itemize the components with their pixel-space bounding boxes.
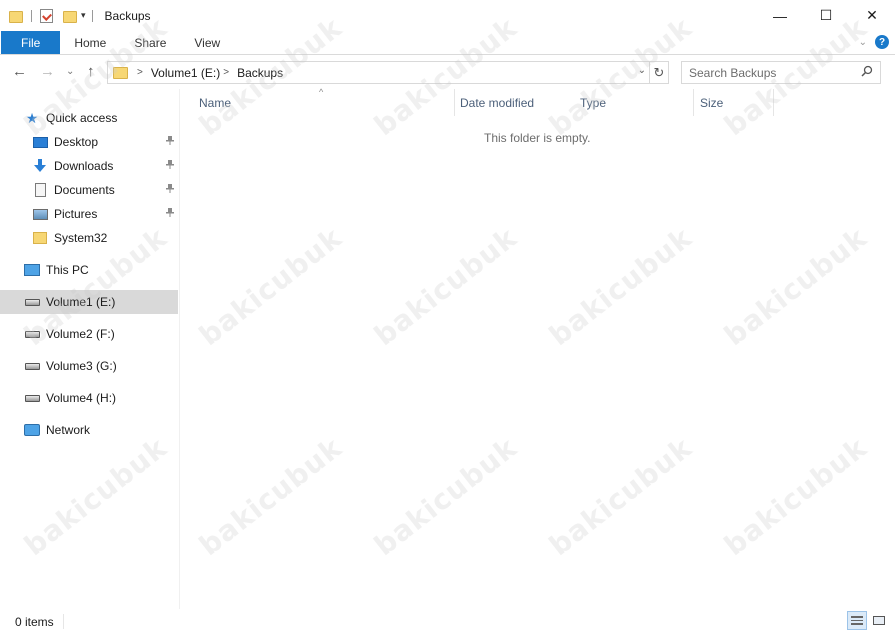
close-button[interactable]: ✕ <box>849 0 895 31</box>
sidebar-item-system32[interactable]: System32 <box>32 226 178 250</box>
sidebar-item-label: Desktop <box>54 135 99 149</box>
address-bar[interactable]: > Volume1 (E:) > Backups ⌄ ↻ <box>107 61 669 84</box>
empty-folder-message: This folder is empty. <box>484 131 591 145</box>
minimize-button[interactable]: — <box>757 0 803 31</box>
column-header-type[interactable]: Type <box>574 89 694 116</box>
details-view-button[interactable] <box>847 611 867 630</box>
maximize-button[interactable]: ☐ <box>803 0 849 31</box>
drive-icon <box>24 327 40 341</box>
folder-icon <box>113 66 128 79</box>
back-button[interactable]: ← <box>12 63 27 80</box>
customize-quick-access-button[interactable]: ▾ <box>81 10 86 21</box>
sidebar-item-label: Network <box>46 423 91 437</box>
sidebar-item-label: Downloads <box>54 159 114 173</box>
column-header-label: Type <box>580 95 607 110</box>
sidebar-item-label: This PC <box>46 263 89 277</box>
chevron-right-icon[interactable]: > <box>137 67 143 78</box>
pin-icon[interactable] <box>166 208 174 220</box>
help-icon[interactable]: ? <box>875 35 889 49</box>
sidebar-item-network[interactable]: Network <box>24 418 174 442</box>
search-icon[interactable] <box>861 65 873 80</box>
sidebar-item-label: Documents <box>54 183 115 197</box>
forward-button[interactable]: → <box>40 63 55 80</box>
tab-share[interactable]: Share <box>120 31 180 54</box>
sidebar-item-pictures[interactable]: Pictures <box>32 202 178 226</box>
quick-access-toolbar: ▾ <box>0 8 101 23</box>
drive-icon <box>24 359 40 373</box>
tab-view[interactable]: View <box>180 31 234 54</box>
sidebar-item-documents[interactable]: Documents <box>32 178 178 202</box>
drive-icon <box>24 295 40 309</box>
network-icon <box>24 423 40 437</box>
documents-icon <box>32 183 48 197</box>
sidebar-item-volume1[interactable]: Volume1 (E:) <box>0 290 178 314</box>
pin-icon[interactable] <box>166 136 174 148</box>
item-count: 0 items <box>15 615 54 629</box>
navigation-bar: ← → ⌄ ↑ > Volume1 (E:) > Backups ⌄ ↻ <box>0 55 895 89</box>
column-header-size[interactable]: Size <box>694 89 774 116</box>
sidebar-item-label: Quick access <box>46 111 118 125</box>
sidebar-item-quick-access[interactable]: ★ Quick access <box>24 106 174 130</box>
sidebar-item-volume4[interactable]: Volume4 (H:) <box>24 386 174 410</box>
sidebar-item-volume2[interactable]: Volume2 (F:) <box>24 322 174 346</box>
breadcrumb-volume1[interactable]: Volume1 (E:) <box>151 66 220 80</box>
details-view-icon <box>851 616 863 625</box>
column-header-label: Size <box>700 95 724 110</box>
large-icons-view-button[interactable] <box>869 611 889 630</box>
sidebar-item-label: Volume4 (H:) <box>46 391 117 405</box>
sidebar-item-label: System32 <box>54 231 108 245</box>
column-header-name[interactable]: Name <box>193 89 455 116</box>
folder-icon[interactable] <box>9 10 23 23</box>
desktop-icon <box>32 135 48 149</box>
expand-ribbon-icon[interactable]: ⌄ <box>859 37 867 48</box>
sidebar-item-label: Volume1 (E:) <box>46 295 116 309</box>
sidebar-item-volume3[interactable]: Volume3 (G:) <box>24 354 174 378</box>
sidebar-item-desktop[interactable]: Desktop <box>32 130 178 154</box>
window-controls: — ☐ ✕ <box>757 0 895 31</box>
title-bar: ▾ Backups — ☐ ✕ <box>0 0 895 31</box>
search-input[interactable] <box>689 65 854 80</box>
folder-icon <box>32 231 48 245</box>
chevron-right-icon[interactable]: > <box>223 67 229 78</box>
up-button[interactable]: ↑ <box>87 63 95 80</box>
divider <box>63 614 64 629</box>
download-icon <box>32 159 48 173</box>
large-icons-view-icon <box>873 616 885 625</box>
drive-icon <box>24 391 40 405</box>
sidebar-item-this-pc[interactable]: This PC <box>24 258 174 282</box>
search-box[interactable] <box>681 61 881 84</box>
pictures-icon <box>32 207 48 221</box>
divider <box>31 9 32 22</box>
recent-locations-button[interactable]: ⌄ <box>66 66 74 77</box>
file-list[interactable]: ^ Name Date modified Type Size This fold… <box>181 87 895 609</box>
navigation-pane: ★ Quick access Desktop Downloads Documen… <box>0 89 180 609</box>
column-header-label: Name <box>199 95 232 110</box>
sidebar-item-downloads[interactable]: Downloads <box>32 154 178 178</box>
column-header-label: Date modified <box>460 95 535 110</box>
properties-icon[interactable] <box>40 8 53 23</box>
sidebar-item-label: Volume3 (G:) <box>46 359 117 373</box>
status-bar: 0 items <box>0 610 895 634</box>
star-icon: ★ <box>25 109 39 126</box>
divider <box>91 9 93 22</box>
window-title: Backups <box>104 8 151 23</box>
address-dropdown-icon[interactable]: ⌄ <box>638 65 646 76</box>
sidebar-item-label: Volume2 (F:) <box>46 327 115 341</box>
breadcrumb-backups[interactable]: Backups <box>237 66 283 80</box>
ribbon-right: ⌄ ? <box>859 35 889 49</box>
new-folder-icon[interactable] <box>63 10 77 23</box>
tab-file[interactable]: File <box>1 31 61 54</box>
pin-icon[interactable] <box>166 160 174 172</box>
sidebar-item-label: Pictures <box>54 207 98 221</box>
refresh-button[interactable]: ↻ <box>649 61 668 84</box>
column-divider[interactable] <box>773 89 774 116</box>
computer-icon <box>24 263 40 277</box>
column-header-date-modified[interactable]: Date modified <box>454 89 574 116</box>
tab-home[interactable]: Home <box>60 31 120 54</box>
pin-icon[interactable] <box>166 184 174 196</box>
ribbon: File Home Share View ⌄ ? <box>0 31 895 55</box>
